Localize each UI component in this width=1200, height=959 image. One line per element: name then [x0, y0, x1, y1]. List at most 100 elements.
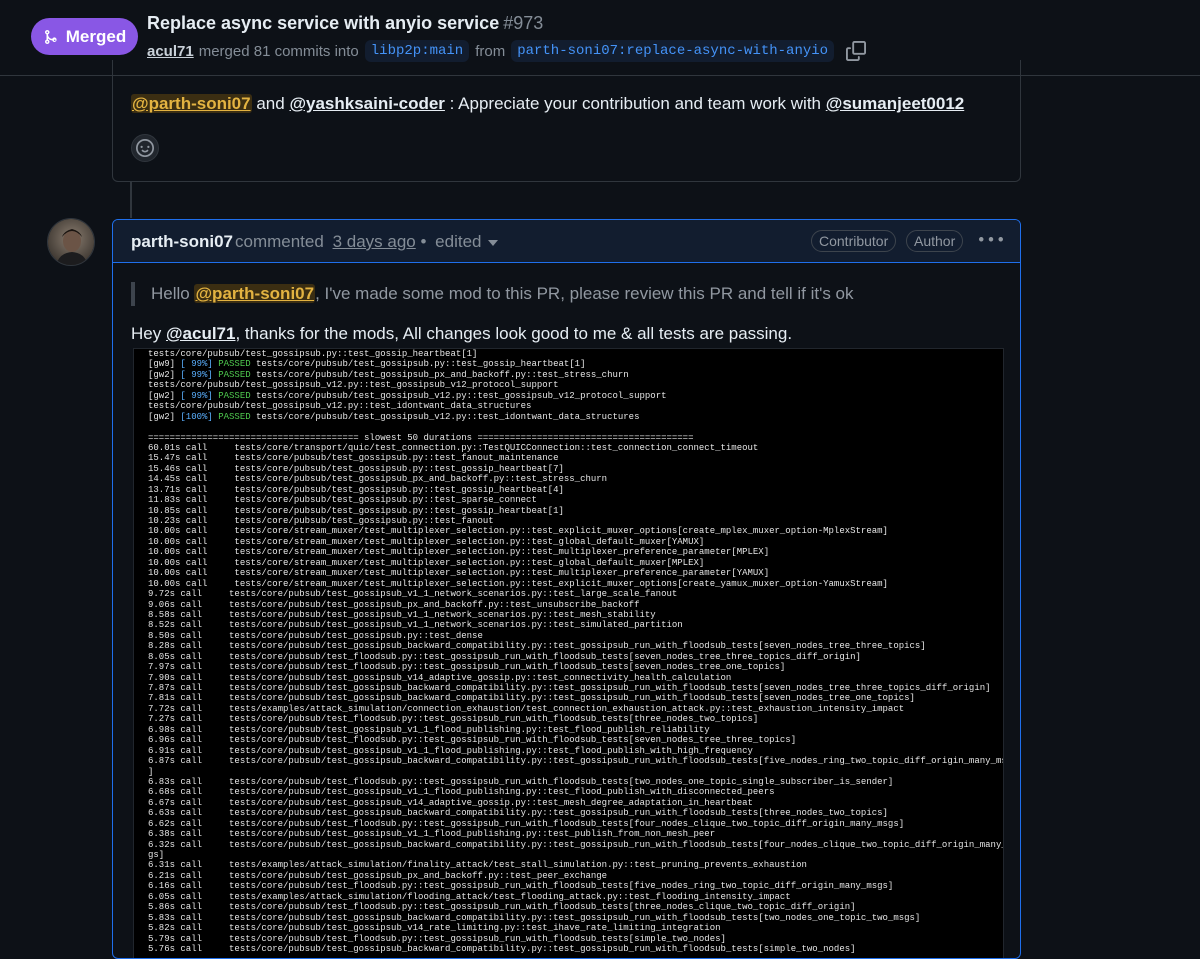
terminal-line: 7.90s call tests/core/pubsub/test_gossip… [148, 672, 732, 683]
pr-title: Replace async service with anyio service… [147, 13, 543, 34]
terminal-line: 10.00s call tests/core/stream_muxer/test… [148, 568, 770, 579]
body-prefix: Hey [131, 324, 162, 343]
comment-body-text: Hey @acul71, thanks for the mods, All ch… [131, 324, 792, 344]
merged-status-label: Merged [65, 26, 127, 46]
body-text: , thanks for the mods, All changes look … [235, 324, 793, 343]
avatar-image [48, 219, 94, 265]
merged-status-badge: Merged [31, 18, 138, 55]
terminal-line: gs] [148, 850, 165, 860]
pr-title-text: Replace async service with anyio service [147, 13, 500, 33]
comment-timestamp-link[interactable]: 3 days ago [333, 232, 416, 251]
avatar[interactable] [47, 218, 95, 266]
merger-link[interactable]: acul71 [147, 43, 194, 60]
terminal-line: 6.62s call tests/core/pubsub/test_floods… [148, 818, 905, 829]
base-branch-link[interactable]: libp2p:main [364, 40, 470, 62]
terminal-line: 6.63s call tests/core/pubsub/test_gossip… [148, 808, 888, 819]
terminal-line: [gw2] [ 99%] PASSED tests/core/pubsub/te… [148, 390, 667, 401]
terminal-line: 9.06s call tests/core/pubsub/test_gossip… [148, 599, 640, 610]
commented-text: commented [235, 232, 324, 251]
mention-link[interactable]: @sumanjeet0012 [826, 94, 964, 113]
smiley-icon [136, 139, 154, 157]
mention-link[interactable]: @yashksaini-coder [289, 94, 444, 113]
terminal-line: 7.87s call tests/core/pubsub/test_gossip… [148, 683, 991, 693]
terminal-screenshot[interactable]: tests/core/pubsub/test_gossipsub.py::tes… [133, 348, 1004, 958]
timeline-connector [130, 182, 132, 218]
text-span: : Appreciate your contribution and team … [449, 94, 822, 113]
merged-text: merged 81 commits into [198, 42, 359, 60]
merge-icon [44, 29, 57, 44]
comment-author-link[interactable]: parth-soni07 [131, 232, 233, 252]
edited-dropdown[interactable]: edited [435, 232, 498, 251]
comment-action: commented 3 days ago • edited [235, 232, 498, 252]
terminal-line: [gw2] [ 99%] PASSED tests/core/pubsub/te… [148, 369, 629, 380]
terminal-line: 15.47s call tests/core/pubsub/test_gossi… [148, 453, 559, 464]
terminal-line: 5.76s call tests/core/pubsub/test_gossip… [148, 943, 856, 954]
from-text: from [475, 42, 506, 60]
kebab-menu-icon[interactable] [979, 228, 1003, 252]
terminal-line: 7.72s call tests/examples/attack_simulat… [148, 703, 905, 714]
terminal-line: 14.45s call tests/core/pubsub/test_gossi… [148, 474, 608, 485]
pr-number: #973 [503, 13, 544, 33]
terminal-line: 6.68s call tests/core/pubsub/test_gossip… [148, 787, 775, 798]
terminal-line: 6.87s call tests/core/pubsub/test_gossip… [148, 756, 1004, 767]
terminal-line: 10.00s call tests/core/stream_muxer/test… [148, 557, 705, 568]
terminal-line: tests/core/pubsub/test_gossipsub_v12.py:… [148, 401, 532, 412]
contributor-badge: Contributor [811, 230, 897, 252]
terminal-line: 7.81s call tests/core/pubsub/test_gossip… [148, 693, 915, 704]
add-reaction-button[interactable] [131, 134, 159, 162]
terminal-line: 6.91s call tests/core/pubsub/test_gossip… [148, 745, 753, 756]
terminal-line: tests/core/pubsub/test_gossipsub.py::tes… [148, 349, 478, 359]
terminal-line: 6.05s call tests/examples/attack_simulat… [148, 891, 791, 902]
terminal-line: 15.46s call tests/core/pubsub/test_gossi… [148, 463, 564, 474]
terminal-line: ] [148, 766, 154, 777]
terminal-line: ======================================= … [148, 432, 694, 443]
terminal-line: 8.28s call tests/core/pubsub/test_gossip… [148, 641, 926, 652]
terminal-line: 6.31s call tests/examples/attack_simulat… [148, 860, 807, 871]
terminal-line: 8.52s call tests/core/pubsub/test_gossip… [148, 620, 683, 631]
author-badge: Author [906, 230, 964, 252]
mention-link[interactable]: @parth-soni07 [194, 284, 316, 303]
terminal-line: 8.50s call tests/core/pubsub/test_gossip… [148, 630, 483, 641]
copy-icon[interactable] [846, 41, 867, 61]
terminal-line: [gw9] [ 99%] PASSED tests/core/pubsub/te… [148, 359, 586, 370]
terminal-line: 10.00s call tests/core/stream_muxer/test… [148, 526, 888, 537]
terminal-line: 8.58s call tests/core/pubsub/test_gossip… [148, 609, 656, 620]
head-branch-link[interactable]: parth-soni07:replace-async-with-anyio [511, 40, 835, 62]
comment-box: parth-soni07 commented 3 days ago • edit… [112, 219, 1021, 959]
terminal-output: tests/core/pubsub/test_gossipsub.py::tes… [148, 349, 1004, 954]
terminal-line: 9.72s call tests/core/pubsub/test_gossip… [148, 589, 678, 600]
terminal-line: 10.23s call tests/core/pubsub/test_gossi… [148, 516, 494, 526]
terminal-line: 60.01s call tests/core/transport/quic/te… [148, 442, 759, 453]
terminal-line: 5.83s call tests/core/pubsub/test_gossip… [148, 912, 921, 923]
terminal-line: 10.00s call tests/core/stream_muxer/test… [148, 578, 888, 589]
terminal-line: 11.83s call tests/core/pubsub/test_gossi… [148, 495, 537, 506]
mention-link[interactable]: @acul71 [166, 324, 236, 343]
terminal-line: 10.85s call tests/core/pubsub/test_gossi… [148, 505, 564, 516]
previous-comment-text: @parth-soni07 and @yashksaini-coder : Ap… [131, 94, 964, 114]
terminal-line: [gw2] [100%] PASSED tests/core/pubsub/te… [148, 411, 640, 422]
terminal-line: 6.38s call tests/core/pubsub/test_gossip… [148, 829, 716, 840]
terminal-line: 6.21s call tests/core/pubsub/test_gossip… [148, 870, 608, 881]
terminal-line: 13.71s call tests/core/pubsub/test_gossi… [148, 484, 564, 495]
terminal-line: 5.86s call tests/core/pubsub/test_floods… [148, 902, 856, 913]
terminal-line: 6.16s call tests/core/pubsub/test_floods… [148, 881, 894, 892]
terminal-line: 6.96s call tests/core/pubsub/test_floods… [148, 735, 797, 746]
terminal-line: 6.83s call tests/core/pubsub/test_floods… [148, 776, 894, 787]
terminal-line: 6.67s call tests/core/pubsub/test_gossip… [148, 797, 753, 808]
mention-link[interactable]: @parth-soni07 [131, 94, 252, 113]
terminal-line: 10.00s call tests/core/stream_muxer/test… [148, 547, 770, 558]
blockquote: Hello @parth-soni07, I've made some mod … [131, 282, 854, 306]
terminal-line: 10.00s call tests/core/stream_muxer/test… [148, 536, 705, 547]
terminal-line: 6.98s call tests/core/pubsub/test_gossip… [148, 724, 710, 735]
terminal-line: 6.32s call tests/core/pubsub/test_gossip… [148, 839, 1004, 850]
comment-header: parth-soni07 commented 3 days ago • edit… [113, 220, 1020, 263]
text-span: and [256, 94, 285, 113]
terminal-line: 8.05s call tests/core/pubsub/test_floods… [148, 651, 861, 662]
previous-comment-box [112, 60, 1021, 182]
pr-meta: acul71 merged 81 commits into libp2p:mai… [147, 40, 867, 62]
separator-dot: • [420, 232, 427, 251]
terminal-line: 7.27s call tests/core/pubsub/test_floods… [148, 714, 759, 725]
chevron-down-icon [487, 239, 498, 246]
quote-text: , I've made some mod to this PR, please … [315, 284, 854, 303]
